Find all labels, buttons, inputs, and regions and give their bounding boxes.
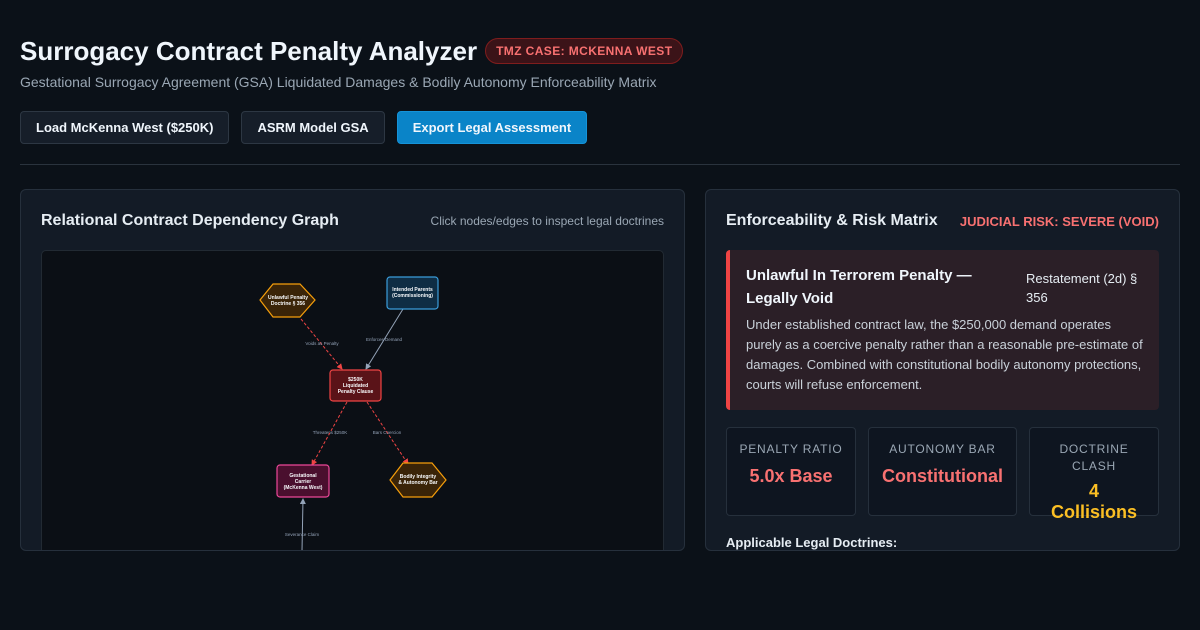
node-gestational-carrier[interactable]: Gestational Carrier (McKenna West) [276, 464, 330, 498]
toolbar: Load McKenna West ($250K) ASRM Model GSA… [20, 111, 588, 144]
stat-label: PENALTY RATIO [739, 442, 843, 456]
node-intended-parents[interactable]: Intended Parents (Commissioning) [386, 276, 439, 310]
stat-label: DOCTRINE CLASH [1059, 442, 1129, 473]
edge-label-voids: Voids as Penalty [305, 341, 339, 346]
graph-panel-header: Relational Contract Dependency Graph Cli… [41, 212, 664, 230]
alert-body: Under established contract law, the $250… [746, 317, 1143, 392]
load-mckenna-west-button[interactable]: Load McKenna West ($250K) [20, 111, 230, 144]
asrm-model-gsa-button[interactable]: ASRM Model GSA [241, 111, 385, 144]
alert-reference: Restatement (2d) § 356 [1026, 271, 1138, 305]
dependency-graph-canvas[interactable]: Voids as Penalty Enforces Demand Threate… [41, 250, 664, 551]
node-label: Penalty Clause [338, 389, 374, 395]
edge-severance-claim[interactable] [299, 498, 306, 551]
case-badge: TMZ CASE: MCKENNA WEST [485, 38, 684, 64]
edge-label-threatens: Threatens $250K [313, 430, 348, 435]
node-label: (Commissioning) [392, 293, 433, 299]
page-header: Surrogacy Contract Penalty Analyzer TMZ … [20, 30, 1180, 90]
node-penalty-doctrine[interactable]: Unlawful Penalty Doctrine § 356 [259, 283, 316, 318]
export-legal-assessment-button[interactable]: Export Legal Assessment [396, 111, 588, 144]
header-divider [20, 164, 1180, 165]
node-label: (McKenna West) [284, 485, 323, 491]
stat-value: 4 Collisions [1050, 481, 1137, 522]
applicable-doctrines-label: Applicable Legal Doctrines: [726, 535, 898, 550]
stat-label: AUTONOMY BAR [889, 442, 996, 456]
node-penalty-clause[interactable]: $250K Liquidated Penalty Clause [329, 369, 382, 402]
page-title: Surrogacy Contract Penalty Analyzer [20, 35, 478, 66]
page-subtitle: Gestational Surrogacy Agreement (GSA) Li… [20, 74, 657, 90]
edge-label-enforces: Enforces Demand [366, 337, 403, 342]
stat-penalty-ratio: PENALTY RATIO 5.0x Base [726, 427, 856, 516]
node-label: & Autonomy Bar [398, 480, 437, 486]
alert-title: Unlawful In Terrorem Penalty — Legally V… [746, 267, 972, 307]
stat-autonomy-bar: AUTONOMY BAR Constitutional [868, 427, 1017, 516]
stat-doctrine-clash: DOCTRINE CLASH 4 Collisions [1029, 427, 1159, 522]
dependency-graph-svg[interactable]: Voids as Penalty Enforces Demand Threate… [42, 251, 663, 551]
node-label: Doctrine § 356 [271, 301, 305, 307]
penalty-alert-card: Unlawful In Terrorem Penalty — Legally V… [726, 250, 1159, 410]
risk-stats: PENALTY RATIO 5.0x Base AUTONOMY BAR Con… [726, 427, 1159, 522]
judicial-risk-label: JUDICIAL RISK: SEVERE (VOID) [959, 213, 1159, 229]
edge-label-severance: Severance Claim [285, 532, 320, 537]
graph-panel-title: Relational Contract Dependency Graph [41, 212, 339, 229]
risk-matrix-panel: Enforceability & Risk Matrix JUDICIAL RI… [705, 189, 1180, 551]
title-row: Surrogacy Contract Penalty Analyzer TMZ … [20, 30, 1180, 72]
risk-panel-header: Enforceability & Risk Matrix JUDICIAL RI… [726, 212, 1159, 230]
edge-label-bars: Bars Coercion [373, 430, 402, 435]
dependency-graph-panel: Relational Contract Dependency Graph Cli… [20, 189, 685, 551]
node-bodily-integrity[interactable]: Bodily Integrity & Autonomy Bar [389, 462, 447, 498]
stat-value: 5.0x Base [749, 466, 833, 486]
stat-value: Constitutional [882, 466, 1003, 486]
graph-panel-hint: Click nodes/edges to inspect legal doctr… [430, 214, 664, 228]
risk-panel-title: Enforceability & Risk Matrix [726, 212, 938, 229]
